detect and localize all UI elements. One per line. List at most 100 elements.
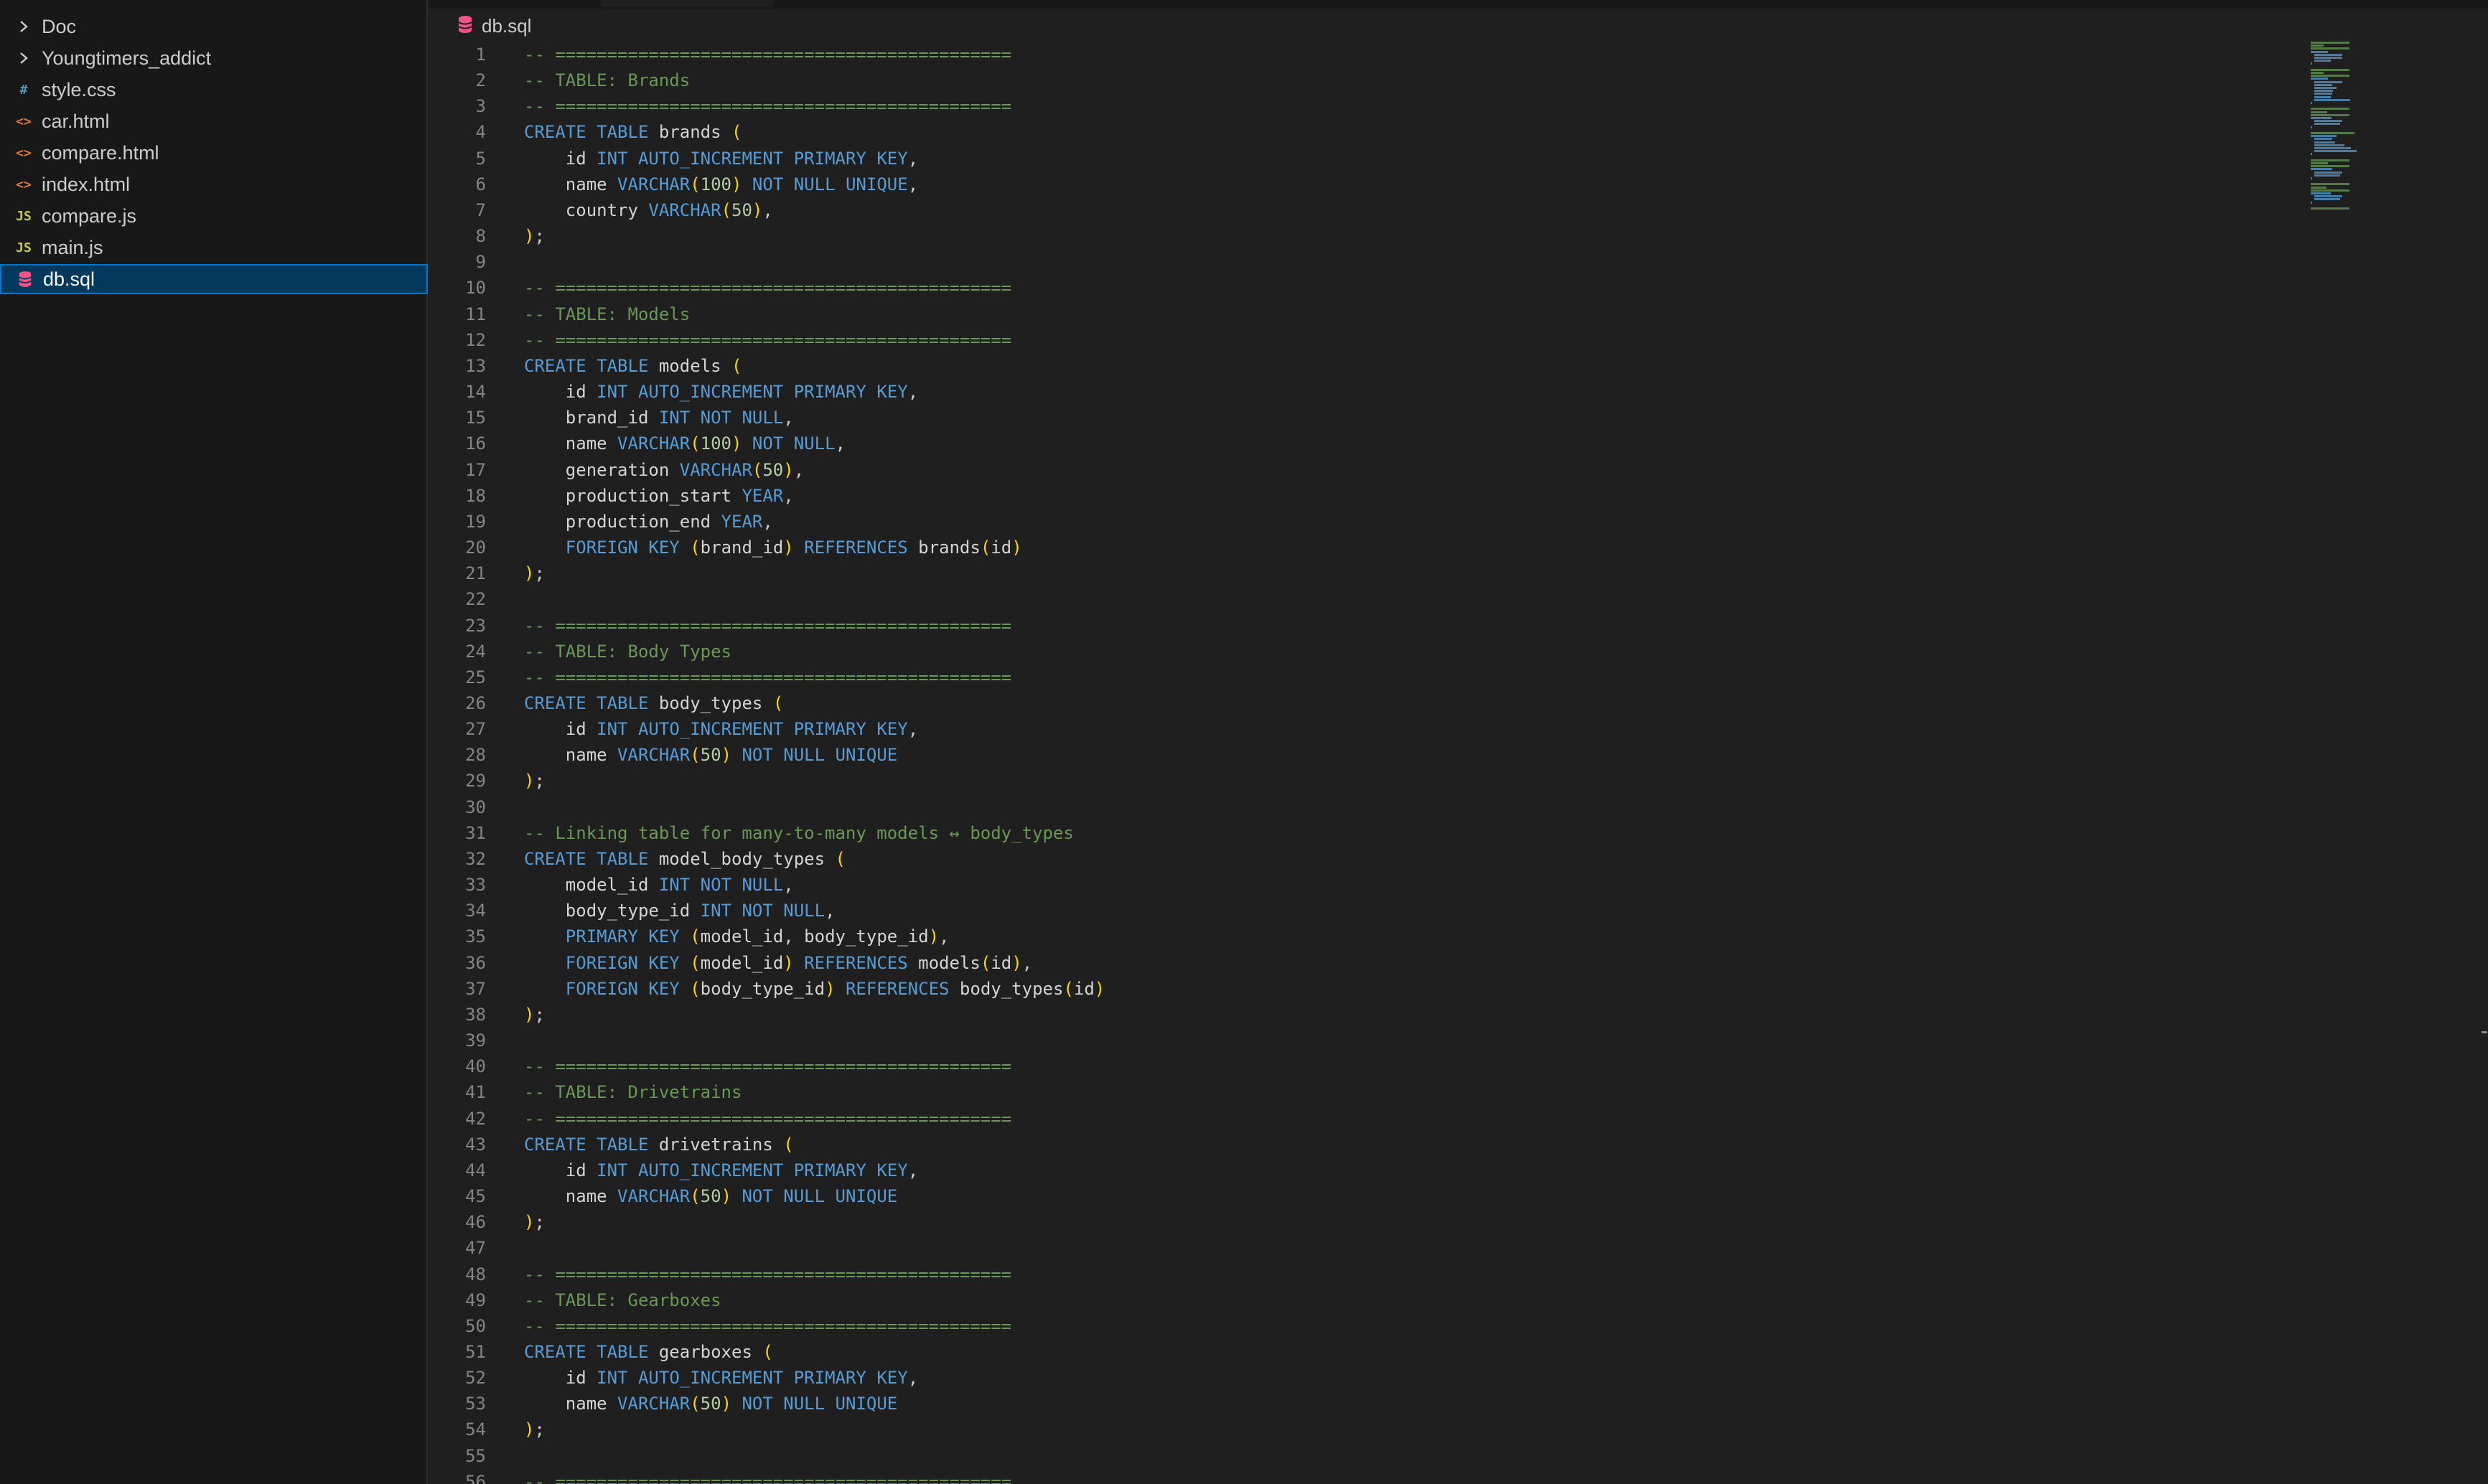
code-line[interactable]: 55 (429, 1443, 2295, 1469)
code-line[interactable]: 40 -- ===================================… (429, 1053, 2295, 1079)
code-text: id INT AUTO_INCREMENT PRIMARY KEY, (565, 148, 919, 169)
code-line[interactable]: 19 production_end YEAR, (429, 509, 2295, 535)
explorer-folder-item[interactable]: Doc (0, 11, 428, 42)
code-line[interactable]: 34 body_type_id INT NOT NULL, (429, 898, 2295, 924)
code-line[interactable]: 44 id INT AUTO_INCREMENT PRIMARY KEY, (429, 1157, 2295, 1183)
line-number: 6 (475, 174, 486, 194)
code-line[interactable]: 14 id INT AUTO_INCREMENT PRIMARY KEY, (429, 379, 2295, 405)
line-number: 24 (465, 641, 486, 662)
code-line[interactable]: 37 FOREIGN KEY (body_type_id) REFERENCES… (429, 976, 2295, 1002)
code-line[interactable]: 5 id INT AUTO_INCREMENT PRIMARY KEY, (429, 146, 2295, 172)
code-line[interactable]: 38); (429, 1002, 2295, 1028)
code-line[interactable]: 24 -- TABLE: Body Types (429, 639, 2295, 664)
explorer-file-item[interactable]: db.sql (0, 264, 428, 294)
code-line[interactable]: 1 -- ====================================… (429, 42, 2295, 67)
code-line[interactable]: 11 -- TABLE: Models (429, 301, 2295, 327)
line-number: 17 (465, 459, 486, 480)
line-number: 52 (465, 1368, 486, 1389)
line-number: 19 (465, 511, 486, 532)
breadcrumb[interactable]: db.sql (457, 13, 531, 39)
code-line[interactable]: 25 -- ===================================… (429, 664, 2295, 690)
code-line[interactable]: 23 -- ===================================… (429, 613, 2295, 639)
code-line[interactable]: 9 (429, 249, 2295, 275)
explorer-file-item[interactable]: JS main.js (0, 233, 428, 263)
scrollbar-marker[interactable] (2482, 1031, 2487, 1033)
line-number: 48 (465, 1264, 486, 1285)
code-line[interactable]: 51 CREATE TABLE gearboxes ( (429, 1339, 2295, 1365)
line-number: 5 (475, 148, 486, 169)
code-line[interactable]: 2 -- TABLE: Brands (429, 67, 2295, 93)
code-line[interactable]: 49 -- TABLE: Gearboxes (429, 1287, 2295, 1313)
code-text: -- =====================================… (524, 278, 1012, 299)
code-text: -- =====================================… (524, 1471, 1012, 1484)
explorer-folder-item[interactable]: Youngtimers_addict (0, 43, 428, 73)
code-line[interactable]: 22 (429, 586, 2295, 612)
code-text: CREATE TABLE drivetrains ( (524, 1134, 794, 1155)
code-line[interactable]: 18 production_start YEAR, (429, 483, 2295, 509)
code-text: ); (524, 1212, 545, 1233)
explorer-item-label: Doc (42, 15, 77, 37)
breadcrumb-file-label[interactable]: db.sql (482, 15, 531, 37)
minimap-line (2311, 183, 2350, 186)
line-number: 3 (475, 96, 486, 117)
line-number: 16 (465, 433, 486, 454)
code-line[interactable]: 27 id INT AUTO_INCREMENT PRIMARY KEY, (429, 716, 2295, 742)
explorer-file-item[interactable]: JS compare.js (0, 201, 428, 231)
minimap-line (2314, 98, 2351, 101)
explorer-file-item[interactable]: <> index.html (0, 169, 428, 199)
code-line[interactable]: 12 -- ===================================… (429, 327, 2295, 353)
code-line[interactable]: 31 -- Linking table for many-to-many mode… (429, 820, 2295, 846)
code-editor[interactable]: 1 -- ====================================… (429, 42, 2295, 1484)
line-number: 21 (465, 563, 486, 584)
code-line[interactable]: 30 (429, 794, 2295, 820)
code-line[interactable]: 29); (429, 768, 2295, 794)
code-line[interactable]: 45 name VARCHAR(50) NOT NULL UNIQUE (429, 1183, 2295, 1209)
explorer-file-item[interactable]: <> car.html (0, 106, 428, 136)
explorer-sidebar: Doc Youngtimers_addict # style.css <> car.htm… (0, 0, 428, 1484)
code-line[interactable]: 21); (429, 560, 2295, 586)
code-line[interactable]: 36 FOREIGN KEY (model_id) REFERENCES mod… (429, 950, 2295, 976)
code-line[interactable]: 10 -- ===================================… (429, 275, 2295, 301)
code-line[interactable]: 7 country VARCHAR(50), (429, 197, 2295, 223)
code-line[interactable]: 6 name VARCHAR(100) NOT NULL UNIQUE, (429, 172, 2295, 197)
code-line[interactable]: 54); (429, 1417, 2295, 1442)
line-number: 1 (475, 44, 486, 65)
line-number: 26 (465, 693, 486, 713)
explorer-item-label: compare.html (42, 141, 159, 164)
code-line[interactable]: 16 name VARCHAR(100) NOT NULL, (429, 431, 2295, 456)
code-line[interactable]: 43 CREATE TABLE drivetrains ( (429, 1132, 2295, 1157)
code-line[interactable]: 33 model_id INT NOT NULL, (429, 872, 2295, 898)
code-line[interactable]: 52 id INT AUTO_INCREMENT PRIMARY KEY, (429, 1365, 2295, 1391)
code-line[interactable]: 50 -- ===================================… (429, 1313, 2295, 1339)
code-line[interactable]: 4 CREATE TABLE brands ( (429, 119, 2295, 145)
line-number: 45 (465, 1186, 486, 1207)
code-line[interactable]: 26 CREATE TABLE body_types ( (429, 690, 2295, 716)
explorer-file-item[interactable]: # style.css (0, 75, 428, 105)
code-line[interactable]: 53 name VARCHAR(50) NOT NULL UNIQUE (429, 1391, 2295, 1417)
minimap-line (2311, 186, 2326, 189)
code-line[interactable]: 46); (429, 1209, 2295, 1235)
code-line[interactable]: 20 FOREIGN KEY (brand_id) REFERENCES bra… (429, 535, 2295, 560)
code-line[interactable]: 47 (429, 1235, 2295, 1261)
code-line[interactable]: 15 brand_id INT NOT NULL, (429, 405, 2295, 431)
minimap[interactable] (2311, 42, 2454, 443)
code-line[interactable]: 28 name VARCHAR(50) NOT NULL UNIQUE (429, 742, 2295, 768)
code-text: -- =====================================… (524, 1056, 1012, 1077)
line-number: 56 (465, 1471, 486, 1484)
code-line[interactable]: 17 generation VARCHAR(50), (429, 457, 2295, 483)
explorer-file-item[interactable]: <> compare.html (0, 138, 428, 168)
code-line[interactable]: 56 -- ===================================… (429, 1469, 2295, 1484)
minimap-line (2311, 72, 2324, 74)
minimap-line (2311, 177, 2313, 179)
code-line[interactable]: 39 (429, 1028, 2295, 1053)
minimap-line (2314, 171, 2342, 174)
code-line[interactable]: 35 PRIMARY KEY (model_id, body_type_id), (429, 924, 2295, 949)
code-line[interactable]: 8); (429, 223, 2295, 249)
code-line[interactable]: 13 CREATE TABLE models ( (429, 353, 2295, 379)
code-line[interactable]: 3 -- ====================================… (429, 93, 2295, 119)
active-tab[interactable] (601, 0, 773, 7)
code-line[interactable]: 42 -- ===================================… (429, 1106, 2295, 1132)
code-line[interactable]: 48 -- ===================================… (429, 1262, 2295, 1287)
code-line[interactable]: 41 -- TABLE: Drivetrains (429, 1079, 2295, 1105)
code-line[interactable]: 32 CREATE TABLE model_body_types ( (429, 846, 2295, 872)
